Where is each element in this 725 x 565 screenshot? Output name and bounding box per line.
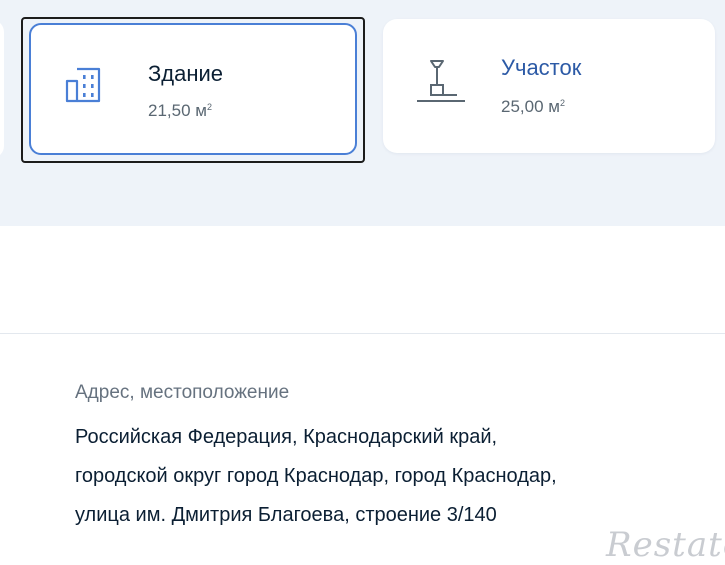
land-plot-card[interactable]: Участок 25,00 м2: [383, 19, 715, 153]
building-card[interactable]: Здание 21,50 м2: [21, 17, 365, 163]
address-line-1: Российская Федерация, Краснодарский край…: [75, 426, 498, 448]
address-line-3: улица им. Дмитрия Благоева, строение 3/1…: [75, 504, 497, 526]
building-card-body[interactable]: Здание 21,50 м2: [29, 23, 357, 155]
watermark-logo: Restate: [606, 525, 725, 565]
land-plot-icon: [417, 60, 465, 102]
building-area: 21,50 м2: [148, 101, 212, 121]
address-line-2: городской округ город Краснодар, город К…: [75, 465, 557, 487]
address-label: Адрес, местоположение: [75, 382, 290, 403]
building-icon: [65, 67, 101, 103]
building-area-unit: 2: [206, 102, 212, 112]
building-area-value: 21,50 м: [148, 101, 207, 120]
land-plot-title[interactable]: Участок: [501, 55, 581, 81]
land-plot-area-value: 25,00 м: [501, 97, 560, 116]
land-plot-area: 25,00 м2: [501, 97, 565, 117]
land-plot-area-unit: 2: [559, 98, 565, 108]
previous-card-edge[interactable]: [0, 20, 4, 158]
section-divider: [0, 333, 725, 334]
building-title: Здание: [148, 61, 224, 86]
